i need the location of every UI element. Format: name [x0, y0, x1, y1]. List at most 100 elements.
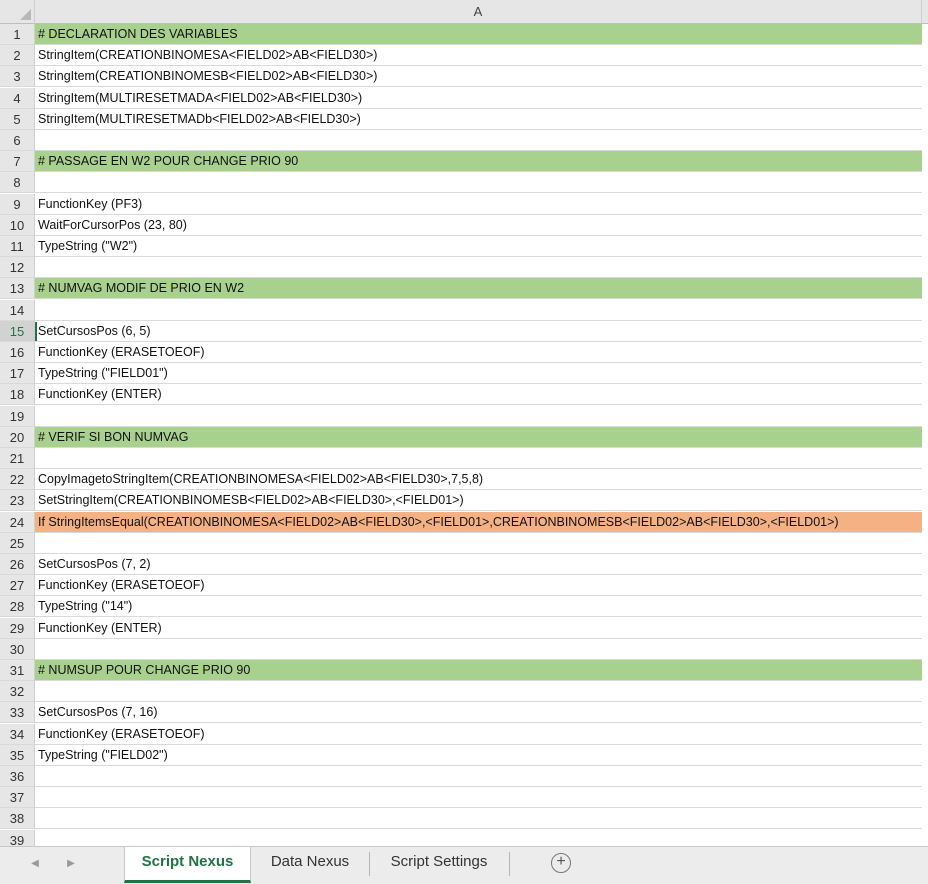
row-header[interactable]: 21: [0, 448, 35, 469]
row-header[interactable]: 30: [0, 638, 35, 660]
sheet-row: 17 TypeString ("FIELD01"): [0, 363, 928, 385]
tab-separator: [369, 852, 370, 876]
row-header[interactable]: 38: [0, 808, 35, 830]
cell-a[interactable]: # NUMSUP POUR CHANGE PRIO 90: [35, 660, 922, 681]
row-header[interactable]: 2: [0, 45, 35, 67]
cell-a[interactable]: [35, 808, 922, 830]
cell-a[interactable]: TypeString ("FIELD01"): [35, 363, 922, 385]
row-header[interactable]: 26: [0, 554, 35, 575]
row-header[interactable]: 39: [0, 829, 35, 846]
row-header[interactable]: 37: [0, 787, 35, 809]
row-header[interactable]: 35: [0, 744, 35, 766]
cell-a[interactable]: StringItem(CREATIONBINOMESA<FIELD02>AB<F…: [35, 45, 922, 67]
row-header[interactable]: 9: [0, 193, 35, 215]
cell-a[interactable]: FunctionKey (ENTER): [35, 618, 922, 639]
cell-a[interactable]: [35, 681, 922, 703]
row-header[interactable]: 1: [0, 24, 35, 45]
row-header[interactable]: 15: [0, 320, 35, 342]
cell-a[interactable]: [35, 300, 922, 321]
select-all-corner[interactable]: [0, 0, 35, 24]
cell-a[interactable]: [35, 787, 922, 809]
sheet-row: 2 StringItem(CREATIONBINOMESA<FIELD02>AB<…: [0, 45, 928, 67]
row-header[interactable]: 7: [0, 151, 35, 173]
cell-a[interactable]: CopyImagetoStringItem(CREATIONBINOMESA<F…: [35, 469, 922, 491]
row-header[interactable]: 14: [0, 299, 35, 321]
row-header[interactable]: 33: [0, 702, 35, 724]
row-header[interactable]: 6: [0, 130, 35, 151]
row-header[interactable]: 24: [0, 511, 35, 533]
row-header[interactable]: 32: [0, 681, 35, 703]
cell-a[interactable]: [35, 130, 922, 151]
tab-data-nexus[interactable]: Data Nexus: [254, 847, 366, 883]
cell-a[interactable]: TypeString ("FIELD02"): [35, 745, 922, 766]
cell-a[interactable]: [35, 448, 922, 469]
sheet-row: 24 If StringItemsEqual(CREATIONBINOMESA<F…: [0, 511, 928, 533]
sheet-row: 37: [0, 787, 928, 809]
row-header[interactable]: 16: [0, 342, 35, 363]
cell-a[interactable]: # DECLARATION DES VARIABLES: [35, 24, 922, 45]
tab-script-settings[interactable]: Script Settings: [372, 847, 506, 883]
cell-a[interactable]: # PASSAGE EN W2 POUR CHANGE PRIO 90: [35, 151, 922, 173]
cell-a[interactable]: SetCursosPos (6, 5): [35, 321, 922, 342]
chevron-right-icon[interactable]: ▶: [64, 857, 78, 871]
row-header[interactable]: 25: [0, 532, 35, 554]
row-header[interactable]: 13: [0, 278, 35, 300]
column-header-a[interactable]: A: [35, 0, 922, 24]
cell-a[interactable]: [35, 830, 922, 846]
row-header[interactable]: 18: [0, 384, 35, 406]
row-header[interactable]: 20: [0, 426, 35, 448]
spreadsheet-grid[interactable]: A 1 # DECLARATION DES VARIABLES 2 StringIte…: [0, 0, 928, 846]
cell-a[interactable]: [35, 766, 922, 787]
cell-a[interactable]: SetCursosPos (7, 16): [35, 702, 922, 724]
tab-separator: [509, 852, 510, 876]
cell-a[interactable]: [35, 406, 922, 427]
row-header[interactable]: 28: [0, 596, 35, 618]
cell-a[interactable]: FunctionKey (ERASETOEOF): [35, 724, 922, 745]
cell-a[interactable]: FunctionKey (ERASETOEOF): [35, 342, 922, 363]
row-header[interactable]: 31: [0, 660, 35, 681]
cell-a[interactable]: WaitForCursorPos (23, 80): [35, 215, 922, 236]
cell-a[interactable]: FunctionKey (ENTER): [35, 384, 922, 406]
cell-a[interactable]: [35, 257, 922, 279]
cell-a[interactable]: FunctionKey (ERASETOEOF): [35, 575, 922, 597]
cell-a[interactable]: FunctionKey (PF3): [35, 194, 922, 215]
row-header[interactable]: 34: [0, 723, 35, 745]
cell-a[interactable]: If StringItemsEqual(CREATIONBINOMESA<FIE…: [35, 511, 922, 533]
column-header-b[interactable]: [922, 0, 928, 24]
cell-a[interactable]: TypeString ("14"): [35, 596, 922, 618]
sheet-row: 26 SetCursosPos (7, 2): [0, 554, 928, 575]
cell-a[interactable]: SetStringItem(CREATIONBINOMESB<FIELD02>A…: [35, 490, 922, 512]
row-header[interactable]: 19: [0, 405, 35, 427]
sheet-row: 38: [0, 808, 928, 830]
cell-a[interactable]: [35, 639, 922, 660]
row-header[interactable]: 23: [0, 490, 35, 512]
cell-a[interactable]: SetCursosPos (7, 2): [35, 554, 922, 575]
sheet-row: 29 FunctionKey (ENTER): [0, 617, 928, 639]
cell-a[interactable]: StringItem(MULTIRESETMADA<FIELD02>AB<FIE…: [35, 88, 922, 109]
row-header[interactable]: 3: [0, 66, 35, 88]
row-header[interactable]: 27: [0, 575, 35, 597]
row-header[interactable]: 12: [0, 257, 35, 279]
row-header[interactable]: 17: [0, 363, 35, 385]
sheet-row: 8: [0, 172, 928, 194]
cell-a[interactable]: TypeString ("W2"): [35, 236, 922, 257]
sheet-row: 25: [0, 532, 928, 554]
row-header[interactable]: 36: [0, 766, 35, 787]
tab-script-nexus[interactable]: Script Nexus: [124, 847, 251, 883]
row-header[interactable]: 29: [0, 617, 35, 639]
row-header[interactable]: 10: [0, 214, 35, 236]
cell-a[interactable]: [35, 172, 922, 194]
row-header[interactable]: 11: [0, 236, 35, 257]
cell-a[interactable]: # VERIF SI BON NUMVAG: [35, 426, 922, 448]
plus-circle-icon[interactable]: +: [551, 853, 571, 873]
cell-a[interactable]: StringItem(MULTIRESETMADb<FIELD02>AB<FIE…: [35, 109, 922, 130]
cell-a[interactable]: # NUMVAG MODIF DE PRIO EN W2: [35, 278, 922, 300]
row-header[interactable]: 22: [0, 469, 35, 491]
row-header[interactable]: 8: [0, 172, 35, 194]
cell-a[interactable]: [35, 533, 922, 554]
sheet-row: 19: [0, 405, 928, 427]
row-header[interactable]: 5: [0, 108, 35, 130]
cell-a[interactable]: StringItem(CREATIONBINOMESB<FIELD02>AB<F…: [35, 66, 922, 88]
row-header[interactable]: 4: [0, 87, 35, 109]
chevron-left-icon[interactable]: ◀: [28, 857, 42, 871]
